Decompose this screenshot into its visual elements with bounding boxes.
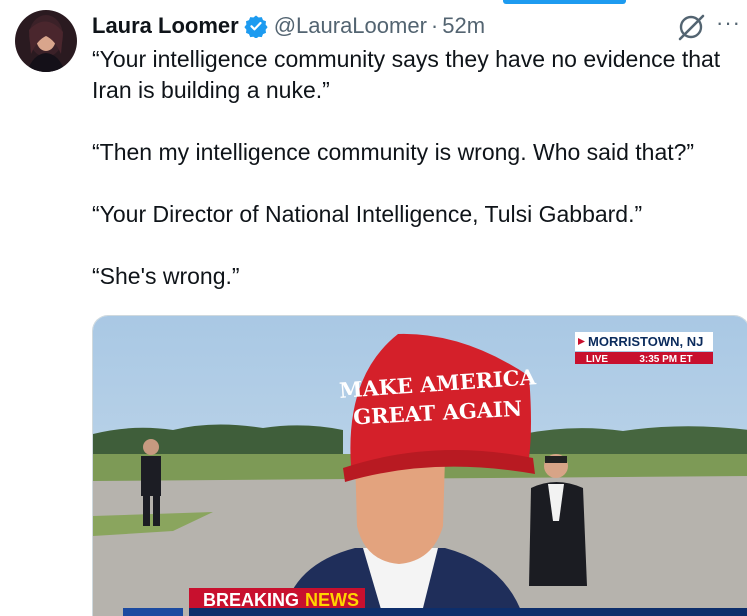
tweet-paragraph: “Your Director of National Intelligence,…	[92, 201, 643, 227]
top-accent-bar	[503, 0, 626, 4]
timestamp[interactable]: 52m	[442, 13, 485, 39]
verified-badge-icon	[244, 15, 268, 38]
tweet-header: Laura Loomer @LauraLoomer · 52m	[92, 12, 485, 40]
live-time: 3:35 PM ET	[639, 354, 692, 365]
avatar-image	[15, 10, 77, 72]
author-handle[interactable]: @LauraLoomer	[274, 13, 427, 39]
grok-icon[interactable]	[676, 12, 706, 42]
video-frame: MAKE AMERICA GREAT AGAIN MORRISTOWN, NJ …	[93, 316, 747, 616]
more-options-icon[interactable]: ···	[716, 12, 741, 34]
tweet-paragraph: “Your intelligence community says they h…	[92, 46, 721, 103]
tweet-paragraph: “Then my intelligence community is wrong…	[92, 139, 695, 165]
tweet-video[interactable]: MAKE AMERICA GREAT AGAIN MORRISTOWN, NJ …	[92, 315, 747, 616]
banner-word-breaking: BREAKING	[203, 590, 299, 610]
avatar[interactable]	[15, 10, 77, 72]
tweet-paragraph: “She's wrong.”	[92, 263, 240, 289]
banner-word-news: NEWS	[305, 590, 359, 610]
separator-dot: ·	[430, 13, 439, 38]
live-label: LIVE	[586, 354, 609, 365]
author-name[interactable]: Laura Loomer	[92, 13, 239, 39]
location-label: MORRISTOWN, NJ	[588, 334, 703, 349]
tweet-text: “Your intelligence community says they h…	[92, 44, 732, 292]
